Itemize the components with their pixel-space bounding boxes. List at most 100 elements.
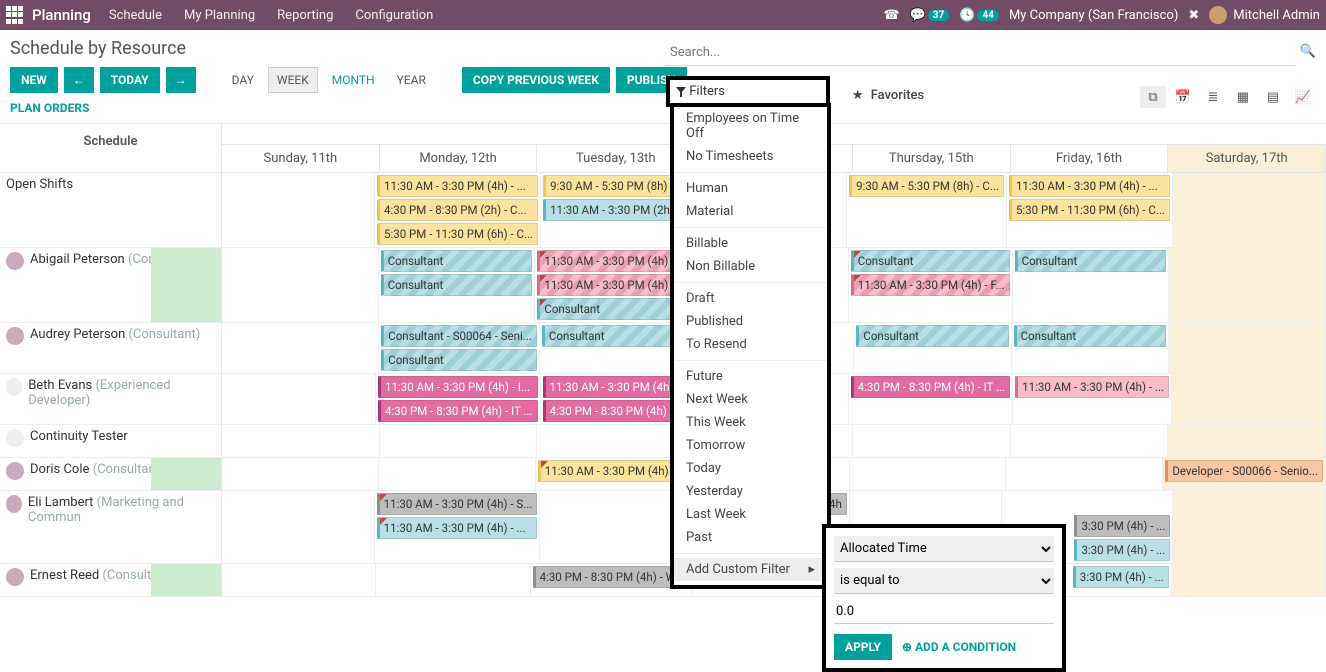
shift-pill[interactable]: Consultant bbox=[856, 325, 1008, 347]
view-calendar-icon[interactable]: 📅 bbox=[1170, 86, 1196, 108]
search-icon[interactable]: 🔍 bbox=[1300, 44, 1316, 59]
custom-filter-panel: Allocated Time is equal to APPLY ⊕ADD A … bbox=[822, 524, 1066, 672]
clock-badge: 44 bbox=[977, 10, 998, 21]
filter-item[interactable]: Next Week bbox=[674, 388, 827, 411]
nav-reporting[interactable]: Reporting bbox=[277, 8, 333, 23]
shift-pill[interactable]: 11:30 AM - 3:30 PM (4h) - ... bbox=[1009, 175, 1170, 197]
view-kanban-icon[interactable]: ▦ bbox=[1230, 86, 1256, 108]
shift-pill[interactable]: 11:30 AM - 3:30 PM (4h) - F... bbox=[851, 274, 1010, 296]
avatar bbox=[6, 495, 22, 513]
filter-item[interactable]: Last Week bbox=[674, 503, 827, 526]
chat-icon[interactable]: 💬37 bbox=[910, 8, 950, 23]
new-button[interactable]: NEW bbox=[10, 67, 58, 93]
copy-previous-week-button[interactable]: COPY PREVIOUS WEEK bbox=[462, 67, 610, 93]
filter-item[interactable]: Today bbox=[674, 457, 827, 480]
filter-item[interactable]: No Timesheets bbox=[674, 145, 827, 168]
view-graph-icon[interactable]: 📈 bbox=[1290, 86, 1316, 108]
range-day[interactable]: DAY bbox=[224, 68, 262, 92]
filter-item[interactable]: Material bbox=[674, 200, 827, 223]
filters-toggle[interactable]: Filters bbox=[666, 76, 830, 107]
shift-pill[interactable]: 11:30 AM - 3:30 PM (4h) - ... bbox=[377, 175, 538, 197]
shift-pill[interactable]: Consultant bbox=[1014, 325, 1166, 347]
add-custom-filter[interactable]: Add Custom Filter▸ bbox=[674, 558, 827, 581]
clock-icon[interactable]: 🕓44 bbox=[959, 8, 999, 23]
settings-icon[interactable]: ✖ bbox=[1188, 8, 1199, 23]
shift-pill[interactable]: 11:30 AM - 3:30 PM (4h) bbox=[537, 274, 689, 296]
view-list-icon[interactable]: ≣ bbox=[1200, 86, 1226, 108]
nav-schedule[interactable]: Schedule bbox=[109, 8, 162, 23]
shift-pill[interactable]: 11:30 AM - 3:30 PM (2h) bbox=[543, 199, 691, 221]
range-week[interactable]: WEEK bbox=[268, 67, 318, 93]
phone-icon[interactable]: ☎ bbox=[883, 8, 899, 23]
favorites-toggle[interactable]: ★ Favorites bbox=[852, 88, 924, 104]
shift-pill[interactable]: Developer - S00066 - Senio... bbox=[1165, 460, 1323, 482]
apps-icon[interactable] bbox=[6, 6, 24, 24]
add-condition-button[interactable]: ⊕ADD A CONDITION bbox=[902, 640, 1016, 654]
plan-orders-button[interactable]: PLAN ORDERS bbox=[0, 97, 1326, 119]
filters-menu: Employees on Time Off No Timesheets Huma… bbox=[670, 103, 831, 589]
company-switcher[interactable]: My Company (San Francisco) bbox=[1009, 8, 1178, 23]
shift-pill[interactable]: 5:30 PM - 11:30 PM (6h) - C... bbox=[377, 223, 538, 245]
range-year[interactable]: YEAR bbox=[389, 68, 434, 92]
shift-pill[interactable]: 3:30 PM (4h) - ... bbox=[1074, 539, 1170, 561]
shift-pill[interactable]: 11:30 AM - 3:30 PM (4h) bbox=[537, 250, 689, 272]
row-audrey: Audrey Peterson (Consultant) Consultant … bbox=[0, 323, 1326, 374]
shift-pill[interactable]: Consultant bbox=[381, 349, 537, 371]
filter-field-select[interactable]: Allocated Time bbox=[834, 536, 1054, 562]
next-arrow-button[interactable]: → bbox=[166, 67, 196, 93]
filter-item[interactable]: Future bbox=[674, 365, 827, 388]
shift-pill[interactable]: 11:30 AM - 3:30 PM (4h) - ... bbox=[377, 517, 538, 539]
shift-pill[interactable]: 3:30 PM (4h) - ... bbox=[1073, 566, 1169, 588]
filter-op-select[interactable]: is equal to bbox=[834, 568, 1054, 594]
filter-item[interactable]: Past bbox=[674, 526, 827, 549]
shift-pill[interactable]: 4:30 PM - 8:30 PM (4h) - IT ... bbox=[378, 400, 538, 422]
shift-pill[interactable]: 9:30 AM - 5:30 PM (8h) -... bbox=[543, 175, 691, 197]
resource-name: Abigail Peterson (Consultant) bbox=[30, 252, 200, 267]
prev-arrow-button[interactable]: ← bbox=[64, 67, 94, 93]
range-month[interactable]: MONTH bbox=[324, 68, 383, 92]
user-menu[interactable]: Mitchell Admin bbox=[1209, 6, 1320, 24]
filter-item[interactable]: Non Billable bbox=[674, 255, 827, 278]
nav-configuration[interactable]: Configuration bbox=[355, 8, 433, 23]
filter-item[interactable]: Human bbox=[674, 177, 827, 200]
chat-badge: 37 bbox=[928, 10, 949, 21]
shift-pill[interactable]: Consultant bbox=[381, 250, 533, 272]
row-abigail: Abigail Peterson (Consultant) Consultant… bbox=[0, 248, 1326, 323]
shift-pill[interactable]: 5:30 PM - 11:30 PM (6h) - C... bbox=[1009, 199, 1170, 221]
today-button[interactable]: TODAY bbox=[100, 67, 160, 93]
resource-name: Ernest Reed (Consultant) bbox=[30, 568, 174, 583]
view-gantt-icon[interactable]: ⧉ bbox=[1140, 86, 1166, 108]
resource-name: Doris Cole (Consultant) bbox=[30, 462, 164, 477]
shift-pill[interactable]: 11:30 AM - 3:30 PM (4h) - ... bbox=[1015, 376, 1169, 398]
search-input[interactable] bbox=[666, 40, 1296, 66]
shift-pill[interactable]: 11:30 AM - 3:30 PM (4h) - I... bbox=[378, 376, 538, 398]
shift-pill[interactable]: 11:30 AM - 3:30 PM (4h) - S... bbox=[377, 493, 538, 515]
filter-item[interactable]: Yesterday bbox=[674, 480, 827, 503]
day-thu: Thursday, 15th bbox=[853, 145, 1011, 172]
shift-pill[interactable]: Consultant - S00064 - Seni... bbox=[381, 325, 537, 347]
filter-item[interactable]: Draft bbox=[674, 287, 827, 310]
top-nav: Planning Schedule My Planning Reporting … bbox=[0, 0, 1326, 30]
shift-pill[interactable]: 4:30 PM - 8:30 PM (4h) - W... bbox=[533, 566, 690, 588]
shift-pill[interactable]: 3:30 PM (4h) - ... bbox=[1074, 515, 1170, 537]
filter-item[interactable]: Published bbox=[674, 310, 827, 333]
filter-item[interactable]: Employees on Time Off bbox=[674, 107, 827, 145]
shift-pill[interactable]: 4:30 PM - 8:30 PM (2h) - C... bbox=[377, 199, 538, 221]
apply-button[interactable]: APPLY bbox=[834, 634, 892, 660]
shift-pill[interactable]: 11:30 AM - 3:30 PM (4h) bbox=[538, 460, 690, 482]
filter-item[interactable]: To Resend bbox=[674, 333, 827, 356]
resource-name: Beth Evans (Experienced Developer) bbox=[28, 378, 215, 408]
shift-pill[interactable]: Consultant bbox=[851, 250, 1010, 272]
filter-value-input[interactable] bbox=[834, 600, 1054, 624]
shift-pill[interactable]: Consultant bbox=[537, 298, 689, 320]
filter-item[interactable]: This Week bbox=[674, 411, 827, 434]
nav-my-planning[interactable]: My Planning bbox=[184, 8, 255, 23]
shift-pill[interactable]: 9:30 AM - 5:30 PM (8h) - C... bbox=[849, 175, 1004, 197]
day-fri: Friday, 16th bbox=[1011, 145, 1169, 172]
shift-pill[interactable]: Consultant bbox=[1015, 250, 1167, 272]
shift-pill[interactable]: 4:30 PM - 8:30 PM (4h) - IT ... bbox=[851, 376, 1011, 398]
shift-pill[interactable]: Consultant bbox=[381, 274, 533, 296]
filter-item[interactable]: Billable bbox=[674, 232, 827, 255]
filter-item[interactable]: Tomorrow bbox=[674, 434, 827, 457]
view-pivot-icon[interactable]: ▤ bbox=[1260, 86, 1286, 108]
